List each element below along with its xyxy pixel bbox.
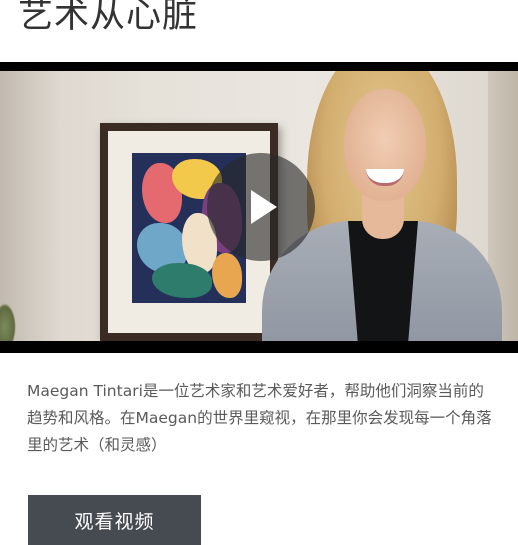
page: 艺术从心脏 Maegan Tintari是一位艺术家和艺术爱好者，帮助他们洞察当… xyxy=(0,0,518,545)
video-player[interactable] xyxy=(0,62,518,353)
watch-video-button[interactable]: 观看视频 xyxy=(28,495,201,545)
video-description: Maegan Tintari是一位艺术家和艺术爱好者，帮助他们洞察当前的趋势和风… xyxy=(27,382,492,454)
play-button[interactable] xyxy=(207,153,315,261)
play-icon xyxy=(251,190,277,224)
page-title: 艺术从心脏 xyxy=(18,0,199,36)
